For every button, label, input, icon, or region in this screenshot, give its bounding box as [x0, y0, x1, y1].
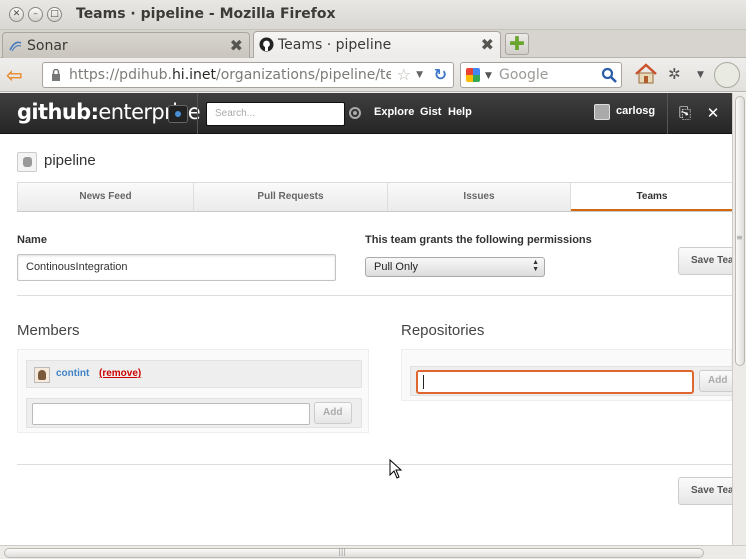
nav-explore[interactable]: Explore: [374, 106, 414, 118]
member-name[interactable]: contint: [56, 368, 89, 379]
search-engine-dropdown-icon[interactable]: ▼: [485, 71, 492, 81]
vertical-scrollbar[interactable]: ≡: [732, 93, 746, 545]
add-member-row: Add: [26, 398, 362, 428]
save-team-button-top[interactable]: Save Team: [678, 247, 732, 275]
mouse-pointer-icon: [389, 459, 403, 479]
horizontal-scrollbar[interactable]: |||: [0, 545, 746, 559]
tab-label: Sonar: [27, 38, 68, 54]
lock-icon: [52, 69, 60, 81]
team-name-input[interactable]: ContinousIntegration: [17, 254, 336, 281]
url-dropdown-icon[interactable]: ▼: [416, 70, 423, 80]
avatar: [594, 104, 610, 120]
subnav-issues[interactable]: Issues: [388, 183, 571, 211]
new-tab-plus-icon[interactable]: ✚: [505, 33, 529, 55]
org-name[interactable]: pipeline: [44, 152, 96, 169]
members-box: contint (remove) Add: [17, 349, 369, 433]
add-member-button[interactable]: Add: [314, 402, 352, 424]
reload-icon[interactable]: ↻: [434, 65, 447, 84]
back-arrow-icon[interactable]: ⇦: [6, 65, 23, 85]
permissions-label: This team grants the following permissio…: [365, 234, 592, 246]
tab-bar: Sonar ✖ Teams · pipeline ✖ ✚: [0, 30, 746, 59]
evernote-icon[interactable]: [714, 62, 740, 88]
google-icon[interactable]: [466, 68, 480, 82]
save-team-button-bottom[interactable]: Save Team: [678, 477, 732, 505]
url-bar[interactable]: https://pdihub.hi.inet/organizations/pip…: [42, 62, 454, 88]
nav-gist[interactable]: Gist: [420, 106, 441, 118]
close-tab-icon[interactable]: ✖: [230, 36, 243, 55]
subnav-pull-requests[interactable]: Pull Requests: [194, 183, 388, 211]
page-viewport: github:enterprise Search... Explore Gist…: [0, 93, 732, 545]
search-icon[interactable]: [601, 67, 617, 83]
advanced-search-icon[interactable]: [349, 107, 361, 119]
remove-member-link[interactable]: (remove): [99, 368, 141, 379]
avatar: [34, 367, 50, 383]
search-placeholder: Google: [499, 67, 549, 83]
scrollbar-thumb[interactable]: [4, 548, 704, 558]
navigation-toolbar: ⇦ https://pdihub.hi.inet/organizations/p…: [0, 58, 746, 92]
add-repo-row: Add: [410, 366, 732, 396]
nav-help[interactable]: Help: [448, 106, 472, 118]
divider: [17, 295, 732, 296]
grip-icon: |||: [338, 547, 347, 556]
close-tab-icon[interactable]: ✖: [481, 35, 494, 54]
permissions-select[interactable]: Pull Only ▲ ▼: [365, 257, 545, 277]
repositories-box: Add: [401, 349, 732, 401]
enterprise-badge-icon: [168, 105, 188, 123]
list-item: contint (remove): [26, 360, 362, 388]
search-engine-bar[interactable]: ▼ Google: [460, 62, 622, 88]
org-subnav: News Feed Pull Requests Issues Teams: [17, 182, 732, 212]
add-repository-button[interactable]: Add: [699, 370, 732, 392]
minimize-window-icon[interactable]: –: [28, 7, 43, 22]
subnav-news-feed[interactable]: News Feed: [18, 183, 194, 211]
add-repository-input[interactable]: [416, 370, 694, 394]
permissions-selected-value: Pull Only: [374, 261, 419, 273]
firebug-dropdown-icon[interactable]: ▼: [697, 70, 704, 80]
window-titlebar: ✕ – □ Teams · pipeline - Mozilla Firefox: [0, 0, 746, 30]
new-repo-icon[interactable]: ⎘: [675, 103, 695, 123]
username[interactable]: carlosg: [616, 105, 655, 117]
subnav-teams[interactable]: Teams: [571, 183, 732, 211]
window-title: Teams · pipeline - Mozilla Firefox: [76, 6, 336, 22]
bookmark-star-icon[interactable]: ☆: [397, 65, 411, 84]
tab-sonar[interactable]: Sonar ✖: [2, 32, 250, 58]
sonar-icon: [9, 41, 22, 52]
members-title: Members: [17, 322, 80, 339]
divider: [667, 93, 668, 134]
github-octocat-icon: [259, 37, 274, 52]
name-label: Name: [17, 234, 47, 246]
scrollbar-thumb[interactable]: [735, 96, 745, 366]
close-window-icon[interactable]: ✕: [9, 7, 24, 22]
org-avatar-icon: [17, 152, 37, 172]
firebug-icon[interactable]: ✲: [668, 65, 681, 83]
repositories-title: Repositories: [401, 322, 485, 339]
divider: [17, 464, 732, 465]
grip-icon: ≡: [736, 233, 743, 242]
url-text: https://pdihub.hi.inet/organizations/pip…: [69, 67, 391, 83]
github-header: github:enterprise Search... Explore Gist…: [0, 93, 732, 134]
divider: [197, 93, 198, 134]
add-member-input[interactable]: [32, 403, 310, 425]
home-icon[interactable]: [634, 63, 658, 85]
select-arrows-icon: ▲ ▼: [532, 259, 539, 273]
account-settings-icon[interactable]: ✕: [703, 103, 723, 123]
tab-label: Teams · pipeline: [278, 37, 392, 53]
tab-teams-pipeline[interactable]: Teams · pipeline ✖: [253, 31, 501, 59]
maximize-window-icon[interactable]: □: [47, 7, 62, 22]
site-search-input[interactable]: Search...: [206, 102, 345, 126]
